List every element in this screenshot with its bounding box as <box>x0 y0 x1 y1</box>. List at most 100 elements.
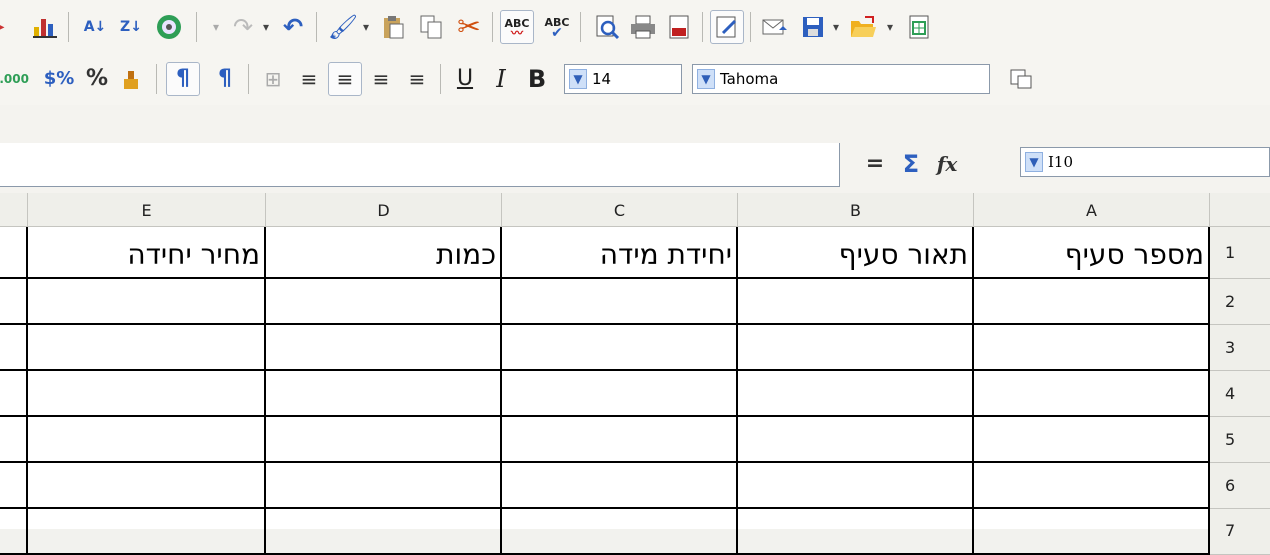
cell-e4[interactable] <box>28 371 266 417</box>
chart-icon[interactable] <box>28 10 62 44</box>
cell-partial7[interactable] <box>0 509 28 555</box>
paintbrush-dropdown-icon[interactable]: ▾ <box>358 10 374 44</box>
undo-icon[interactable]: ↶ <box>276 10 310 44</box>
toolbar-overflow-icon[interactable]: ▸ <box>0 10 8 44</box>
cell-e6[interactable] <box>28 463 266 509</box>
chevron-down-icon[interactable]: ▼ <box>697 69 715 89</box>
justify-icon[interactable]: ≡ <box>292 62 326 96</box>
italic-button[interactable]: I <box>484 62 518 96</box>
column-header-d[interactable]: D <box>266 193 502 227</box>
export-pdf-icon[interactable] <box>662 10 696 44</box>
cell-a2[interactable] <box>974 279 1210 325</box>
column-header-partial[interactable] <box>0 193 28 227</box>
cell-c5[interactable] <box>502 417 738 463</box>
underline-button[interactable]: U <box>448 62 482 96</box>
cell-b4[interactable] <box>738 371 974 417</box>
sort-descending-icon[interactable]: Z↓ <box>114 10 148 44</box>
cell-e2[interactable] <box>28 279 266 325</box>
cell-c6[interactable] <box>502 463 738 509</box>
name-box[interactable]: ▼ I10 <box>1020 147 1270 177</box>
cell-partial2[interactable] <box>0 279 28 325</box>
print-icon[interactable] <box>626 10 660 44</box>
chevron-down-icon[interactable]: ▼ <box>569 69 587 89</box>
font-size-select[interactable]: ▼ 14 <box>564 64 682 94</box>
number-format-icon[interactable] <box>116 62 150 96</box>
format-paintbrush-icon[interactable]: 🖌 <box>326 10 360 44</box>
cell-b6[interactable] <box>738 463 974 509</box>
styles-icon[interactable] <box>1004 62 1038 96</box>
row-header-1[interactable]: 1 <box>1210 227 1270 279</box>
cell-d1[interactable]: כמות <box>266 227 502 279</box>
open-dropdown-icon[interactable]: ▾ <box>882 10 898 44</box>
cell-partial3[interactable] <box>0 325 28 371</box>
cell-c7[interactable] <box>502 509 738 555</box>
cell-a5[interactable] <box>974 417 1210 463</box>
column-header-b[interactable]: B <box>738 193 974 227</box>
align-left-icon[interactable]: ≡ <box>400 62 434 96</box>
cell-d5[interactable] <box>266 417 502 463</box>
new-icon[interactable] <box>902 10 936 44</box>
merge-cells-icon[interactable]: ⊞ <box>256 62 290 96</box>
chevron-down-icon[interactable]: ▼ <box>1025 152 1043 172</box>
percent-format-button[interactable]: % <box>80 62 114 96</box>
save-icon[interactable] <box>796 10 830 44</box>
column-header-a[interactable]: A <box>974 193 1210 227</box>
row-header-4[interactable]: 4 <box>1210 371 1270 417</box>
cell-a6[interactable] <box>974 463 1210 509</box>
undo-dropdown-icon[interactable]: ▾ <box>258 10 274 44</box>
select-all-corner[interactable] <box>1210 193 1270 227</box>
cell-e5[interactable] <box>28 417 266 463</box>
open-icon[interactable] <box>846 10 880 44</box>
redo-icon[interactable]: ↷ <box>226 10 260 44</box>
align-right-icon[interactable]: ≡ <box>328 62 362 96</box>
autospellcheck-icon[interactable]: ABC 〰 <box>500 10 534 44</box>
sum-icon[interactable]: Σ <box>894 147 928 181</box>
navigator-icon[interactable] <box>152 10 186 44</box>
cell-b5[interactable] <box>738 417 974 463</box>
equals-icon[interactable]: = <box>858 147 892 181</box>
row-header-7[interactable]: 7 <box>1210 509 1270 555</box>
cell-e1[interactable]: מחיר יחידה <box>28 227 266 279</box>
add-decimal-icon[interactable]: ⁺.000 <box>0 62 29 96</box>
cell-c1[interactable]: יחידת מידה <box>502 227 738 279</box>
cell-e7[interactable] <box>28 509 266 555</box>
cell-d3[interactable] <box>266 325 502 371</box>
cell-a7[interactable] <box>974 509 1210 555</box>
cell-d6[interactable] <box>266 463 502 509</box>
cell-a3[interactable] <box>974 325 1210 371</box>
cell-b1[interactable]: תאור סעיף <box>738 227 974 279</box>
row-header-6[interactable]: 6 <box>1210 463 1270 509</box>
formula-input[interactable] <box>0 143 840 187</box>
font-name-select[interactable]: ▼ Tahoma <box>692 64 990 94</box>
cell-b7[interactable] <box>738 509 974 555</box>
cell-e3[interactable] <box>28 325 266 371</box>
cell-d7[interactable] <box>266 509 502 555</box>
cell-c3[interactable] <box>502 325 738 371</box>
cell-partial5[interactable] <box>0 417 28 463</box>
cell-c2[interactable] <box>502 279 738 325</box>
cell-d4[interactable] <box>266 371 502 417</box>
row-header-2[interactable]: 2 <box>1210 279 1270 325</box>
function-wizard-icon[interactable]: fx <box>930 147 964 181</box>
cell-partial1[interactable] <box>0 227 28 279</box>
right-to-left-icon[interactable]: ¶ <box>166 62 200 96</box>
edit-file-icon[interactable] <box>710 10 744 44</box>
email-icon[interactable] <box>758 10 792 44</box>
cell-a1[interactable]: מספר סעיף <box>974 227 1210 279</box>
bold-button[interactable]: B <box>520 62 554 96</box>
cell-partial4[interactable] <box>0 371 28 417</box>
currency-format-icon[interactable]: $% <box>42 62 76 96</box>
cell-partial6[interactable] <box>0 463 28 509</box>
spellcheck-icon[interactable]: ABC ✔ <box>540 10 574 44</box>
sort-ascending-icon[interactable]: A↓ <box>78 10 112 44</box>
cell-c4[interactable] <box>502 371 738 417</box>
cell-b3[interactable] <box>738 325 974 371</box>
left-to-right-icon[interactable]: ¶ <box>208 62 242 96</box>
row-header-5[interactable]: 5 <box>1210 417 1270 463</box>
column-header-c[interactable]: C <box>502 193 738 227</box>
redo-dropdown-icon[interactable]: ▾ <box>208 10 224 44</box>
copy-icon[interactable] <box>414 10 448 44</box>
cell-a4[interactable] <box>974 371 1210 417</box>
cell-b2[interactable] <box>738 279 974 325</box>
align-center-icon[interactable]: ≡ <box>364 62 398 96</box>
